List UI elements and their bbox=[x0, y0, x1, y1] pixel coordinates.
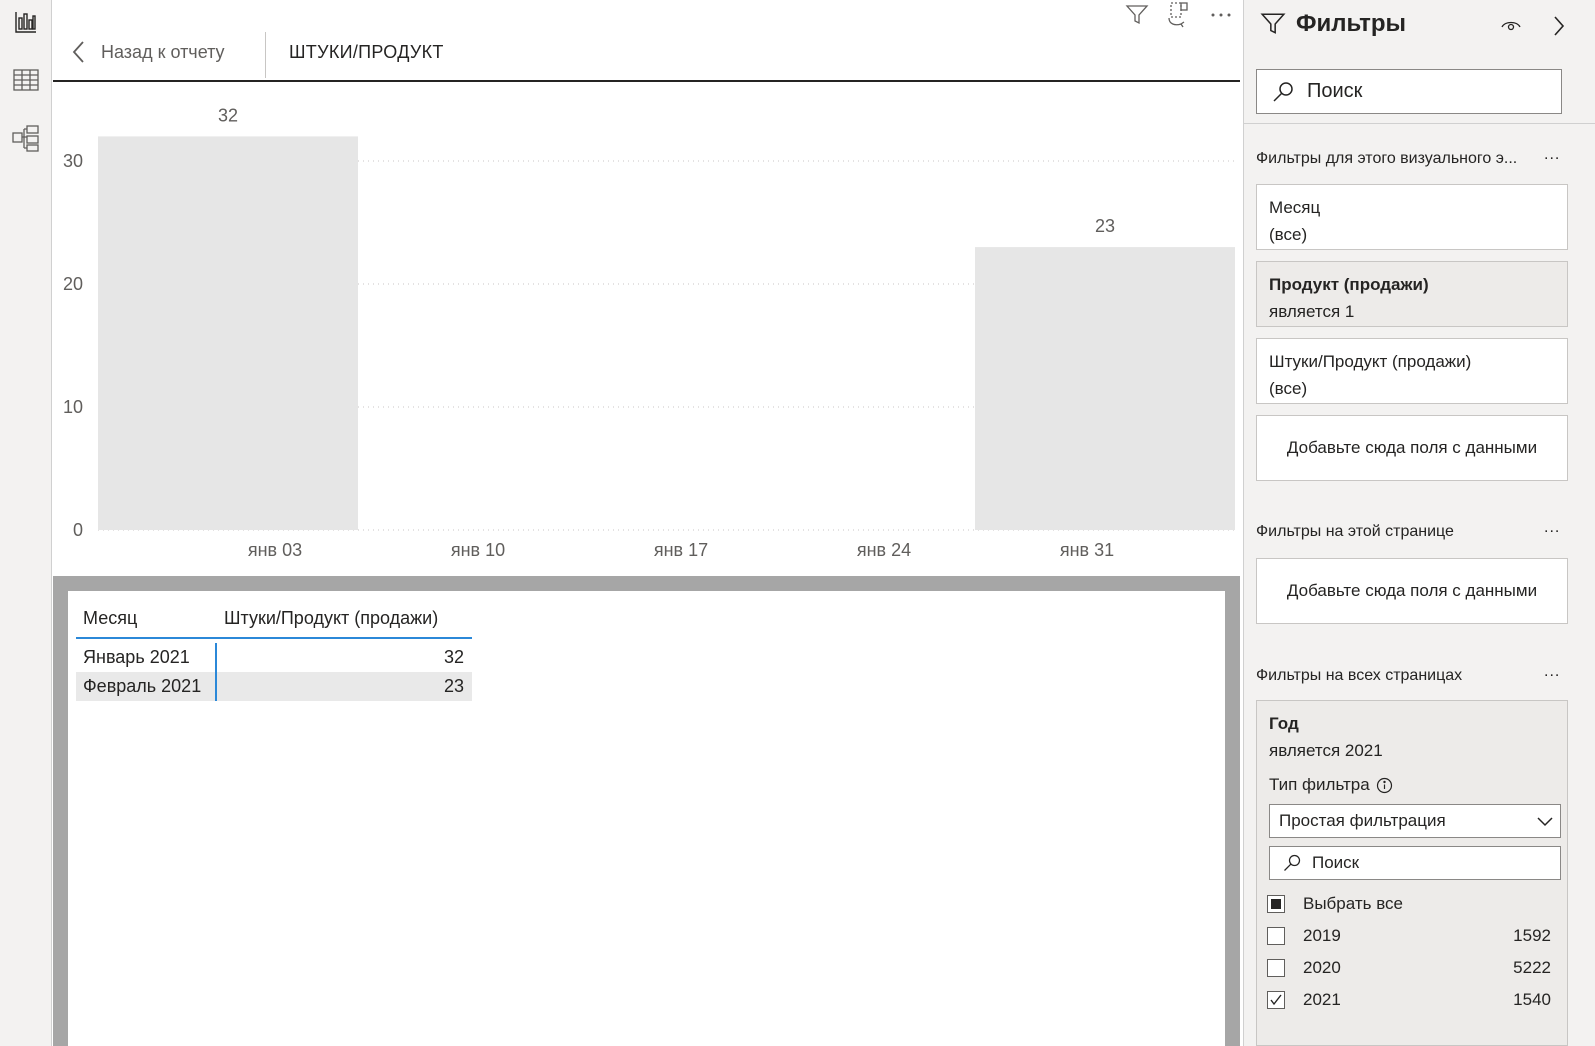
pane-divider bbox=[1244, 123, 1595, 124]
visual-filters-more-button[interactable]: ... bbox=[1544, 146, 1560, 164]
model-icon bbox=[12, 125, 39, 152]
search-placeholder: Поиск bbox=[1307, 80, 1363, 102]
visual-filters-drop-zone[interactable]: Добавьте сюда поля с данными bbox=[1256, 415, 1568, 481]
info-icon[interactable] bbox=[1376, 777, 1393, 794]
y-tick-label: 30 bbox=[63, 151, 83, 171]
cell-units: 23 bbox=[443, 676, 464, 696]
back-to-report-label: Назад к отчету bbox=[101, 41, 225, 62]
all-pages-filters-heading: Фильтры на всех страницах bbox=[1256, 667, 1463, 684]
filter-card-year: Год является 2021 Тип фильтра Простая фи… bbox=[1256, 700, 1568, 1046]
x-tick-label: янв 24 bbox=[857, 540, 911, 560]
filter-type-text: Тип фильтра bbox=[1269, 775, 1370, 794]
checkmark-icon bbox=[1270, 994, 1282, 1006]
y-tick-label: 10 bbox=[63, 397, 83, 417]
checkbox-unchecked[interactable] bbox=[1267, 959, 1285, 977]
focus-header: Назад к отчету ШТУКИ/ПРОДУКТ bbox=[53, 24, 1240, 82]
cell-month: Февраль 2021 bbox=[76, 672, 217, 701]
cell-units: 32 bbox=[443, 647, 464, 667]
option-count: 1592 bbox=[1513, 926, 1551, 945]
focus-mode-canvas: Назад к отчету ШТУКИ/ПРОДУКТ 0 10 20 30 32 23… bbox=[53, 0, 1240, 1046]
page-filters-more-button[interactable]: ... bbox=[1544, 519, 1560, 537]
table-icon bbox=[13, 69, 39, 91]
x-tick-label: янв 10 bbox=[451, 540, 505, 560]
filter-icon bbox=[1260, 13, 1286, 34]
option-label: 2019 bbox=[1303, 926, 1341, 945]
option-2021[interactable]: 2021 1540 bbox=[1267, 986, 1551, 1014]
filter-card-value: является 2021 bbox=[1269, 741, 1383, 760]
x-tick-label: янв 03 bbox=[248, 540, 302, 560]
column-header-units[interactable]: Штуки/Продукт (продажи) bbox=[216, 608, 472, 629]
table-header: Месяц Штуки/Продукт (продажи) bbox=[76, 599, 472, 639]
x-tick-label: янв 31 bbox=[1060, 540, 1114, 560]
left-nav-rail bbox=[0, 0, 52, 1046]
page-filters-drop-zone[interactable]: Добавьте сюда поля с данными bbox=[1256, 558, 1568, 624]
header-divider bbox=[265, 32, 266, 78]
filter-card-value: является 1 bbox=[1269, 302, 1355, 321]
search-icon bbox=[1284, 854, 1301, 871]
filter-type-dropdown[interactable]: Простая фильтрация bbox=[1269, 804, 1561, 838]
data-view-button[interactable] bbox=[8, 62, 44, 98]
chevron-right-icon bbox=[1554, 16, 1565, 36]
year-search-input[interactable]: Поиск bbox=[1269, 846, 1561, 880]
all-pages-filters-more-button[interactable]: ... bbox=[1544, 663, 1560, 681]
model-view-button[interactable] bbox=[8, 120, 44, 156]
option-label: Выбрать все bbox=[1303, 894, 1403, 913]
cell-month: Январь 2021 bbox=[76, 643, 217, 672]
eye-icon bbox=[1501, 21, 1521, 31]
visual-filters-heading: Фильтры для этого визуального э... bbox=[1256, 150, 1518, 167]
search-placeholder: Поиск bbox=[1312, 853, 1360, 872]
option-label: 2020 bbox=[1303, 958, 1341, 977]
filter-card-month[interactable]: Месяц (все) bbox=[1256, 184, 1568, 250]
filter-type-value: Простая фильтрация bbox=[1279, 811, 1446, 830]
page-filters-heading: Фильтры на этой странице bbox=[1256, 523, 1454, 540]
table-row[interactable]: Февраль 2021 23 bbox=[76, 672, 472, 701]
data-label: 23 bbox=[1095, 216, 1115, 236]
filters-search-input[interactable]: Поиск bbox=[1256, 69, 1562, 114]
checkbox-unchecked[interactable] bbox=[1267, 927, 1285, 945]
checkbox-partial[interactable] bbox=[1267, 895, 1285, 913]
filters-pane: Фильтры Поиск Фильтры для этого визуальн… bbox=[1243, 0, 1595, 1046]
filters-pane-header: Фильтры bbox=[1260, 10, 1406, 38]
option-count: 5222 bbox=[1513, 958, 1551, 977]
column-header-month[interactable]: Месяц bbox=[76, 608, 216, 629]
filter-card-title: Штуки/Продукт (продажи) bbox=[1269, 352, 1472, 371]
search-icon bbox=[1273, 81, 1293, 102]
report-view-button[interactable] bbox=[8, 4, 44, 40]
back-to-report-button[interactable]: Назад к отчету bbox=[71, 34, 225, 70]
option-count: 1540 bbox=[1513, 990, 1551, 1009]
chevron-left-icon bbox=[72, 41, 84, 63]
option-label: 2021 bbox=[1303, 990, 1341, 1009]
filter-card-title[interactable]: Год bbox=[1269, 710, 1555, 737]
filter-card-units[interactable]: Штуки/Продукт (продажи) (все) bbox=[1256, 338, 1568, 404]
filter-card-value: (все) bbox=[1269, 225, 1308, 244]
x-tick-label: янв 17 bbox=[654, 540, 708, 560]
checkbox-checked[interactable] bbox=[1267, 991, 1285, 1009]
filter-card-product[interactable]: Продукт (продажи) является 1 bbox=[1256, 261, 1568, 327]
table-section: Месяц Штуки/Продукт (продажи) Январь 202… bbox=[53, 576, 1240, 1046]
column-chart: 0 10 20 30 32 23 янв 03 янв 10 янв 17 янв 24 янв 3… bbox=[53, 84, 1240, 576]
data-table: Месяц Штуки/Продукт (продажи) Январь 202… bbox=[76, 599, 472, 701]
filters-title: Фильтры bbox=[1296, 10, 1407, 37]
table-row[interactable]: Январь 2021 32 bbox=[76, 643, 472, 672]
filter-card-value: (все) bbox=[1269, 379, 1308, 398]
toggle-visibility-button[interactable] bbox=[1500, 14, 1522, 41]
option-select-all[interactable]: Выбрать все bbox=[1267, 890, 1551, 918]
filter-card-title: Продукт (продажи) bbox=[1269, 275, 1429, 294]
option-2020[interactable]: 2020 5222 bbox=[1267, 954, 1551, 982]
chart-svg: 0 10 20 30 32 23 янв 03 янв 10 янв 17 янв 24 янв 3… bbox=[63, 105, 1235, 560]
table-visual: Месяц Штуки/Продукт (продажи) Январь 202… bbox=[68, 591, 1225, 1046]
collapse-pane-button[interactable] bbox=[1552, 14, 1566, 43]
y-tick-label: 0 bbox=[73, 520, 83, 540]
option-2019[interactable]: 2019 1592 bbox=[1267, 922, 1551, 950]
y-tick-label: 20 bbox=[63, 274, 83, 294]
bar bbox=[98, 136, 358, 530]
chevron-down-icon bbox=[1537, 817, 1553, 827]
bar bbox=[975, 247, 1235, 530]
visual-title: ШТУКИ/ПРОДУКТ bbox=[289, 42, 444, 62]
bar-chart-icon bbox=[15, 12, 36, 33]
filter-card-title: Месяц bbox=[1269, 198, 1321, 217]
data-label: 32 bbox=[218, 105, 238, 125]
filter-type-label: Тип фильтра bbox=[1269, 775, 1393, 795]
